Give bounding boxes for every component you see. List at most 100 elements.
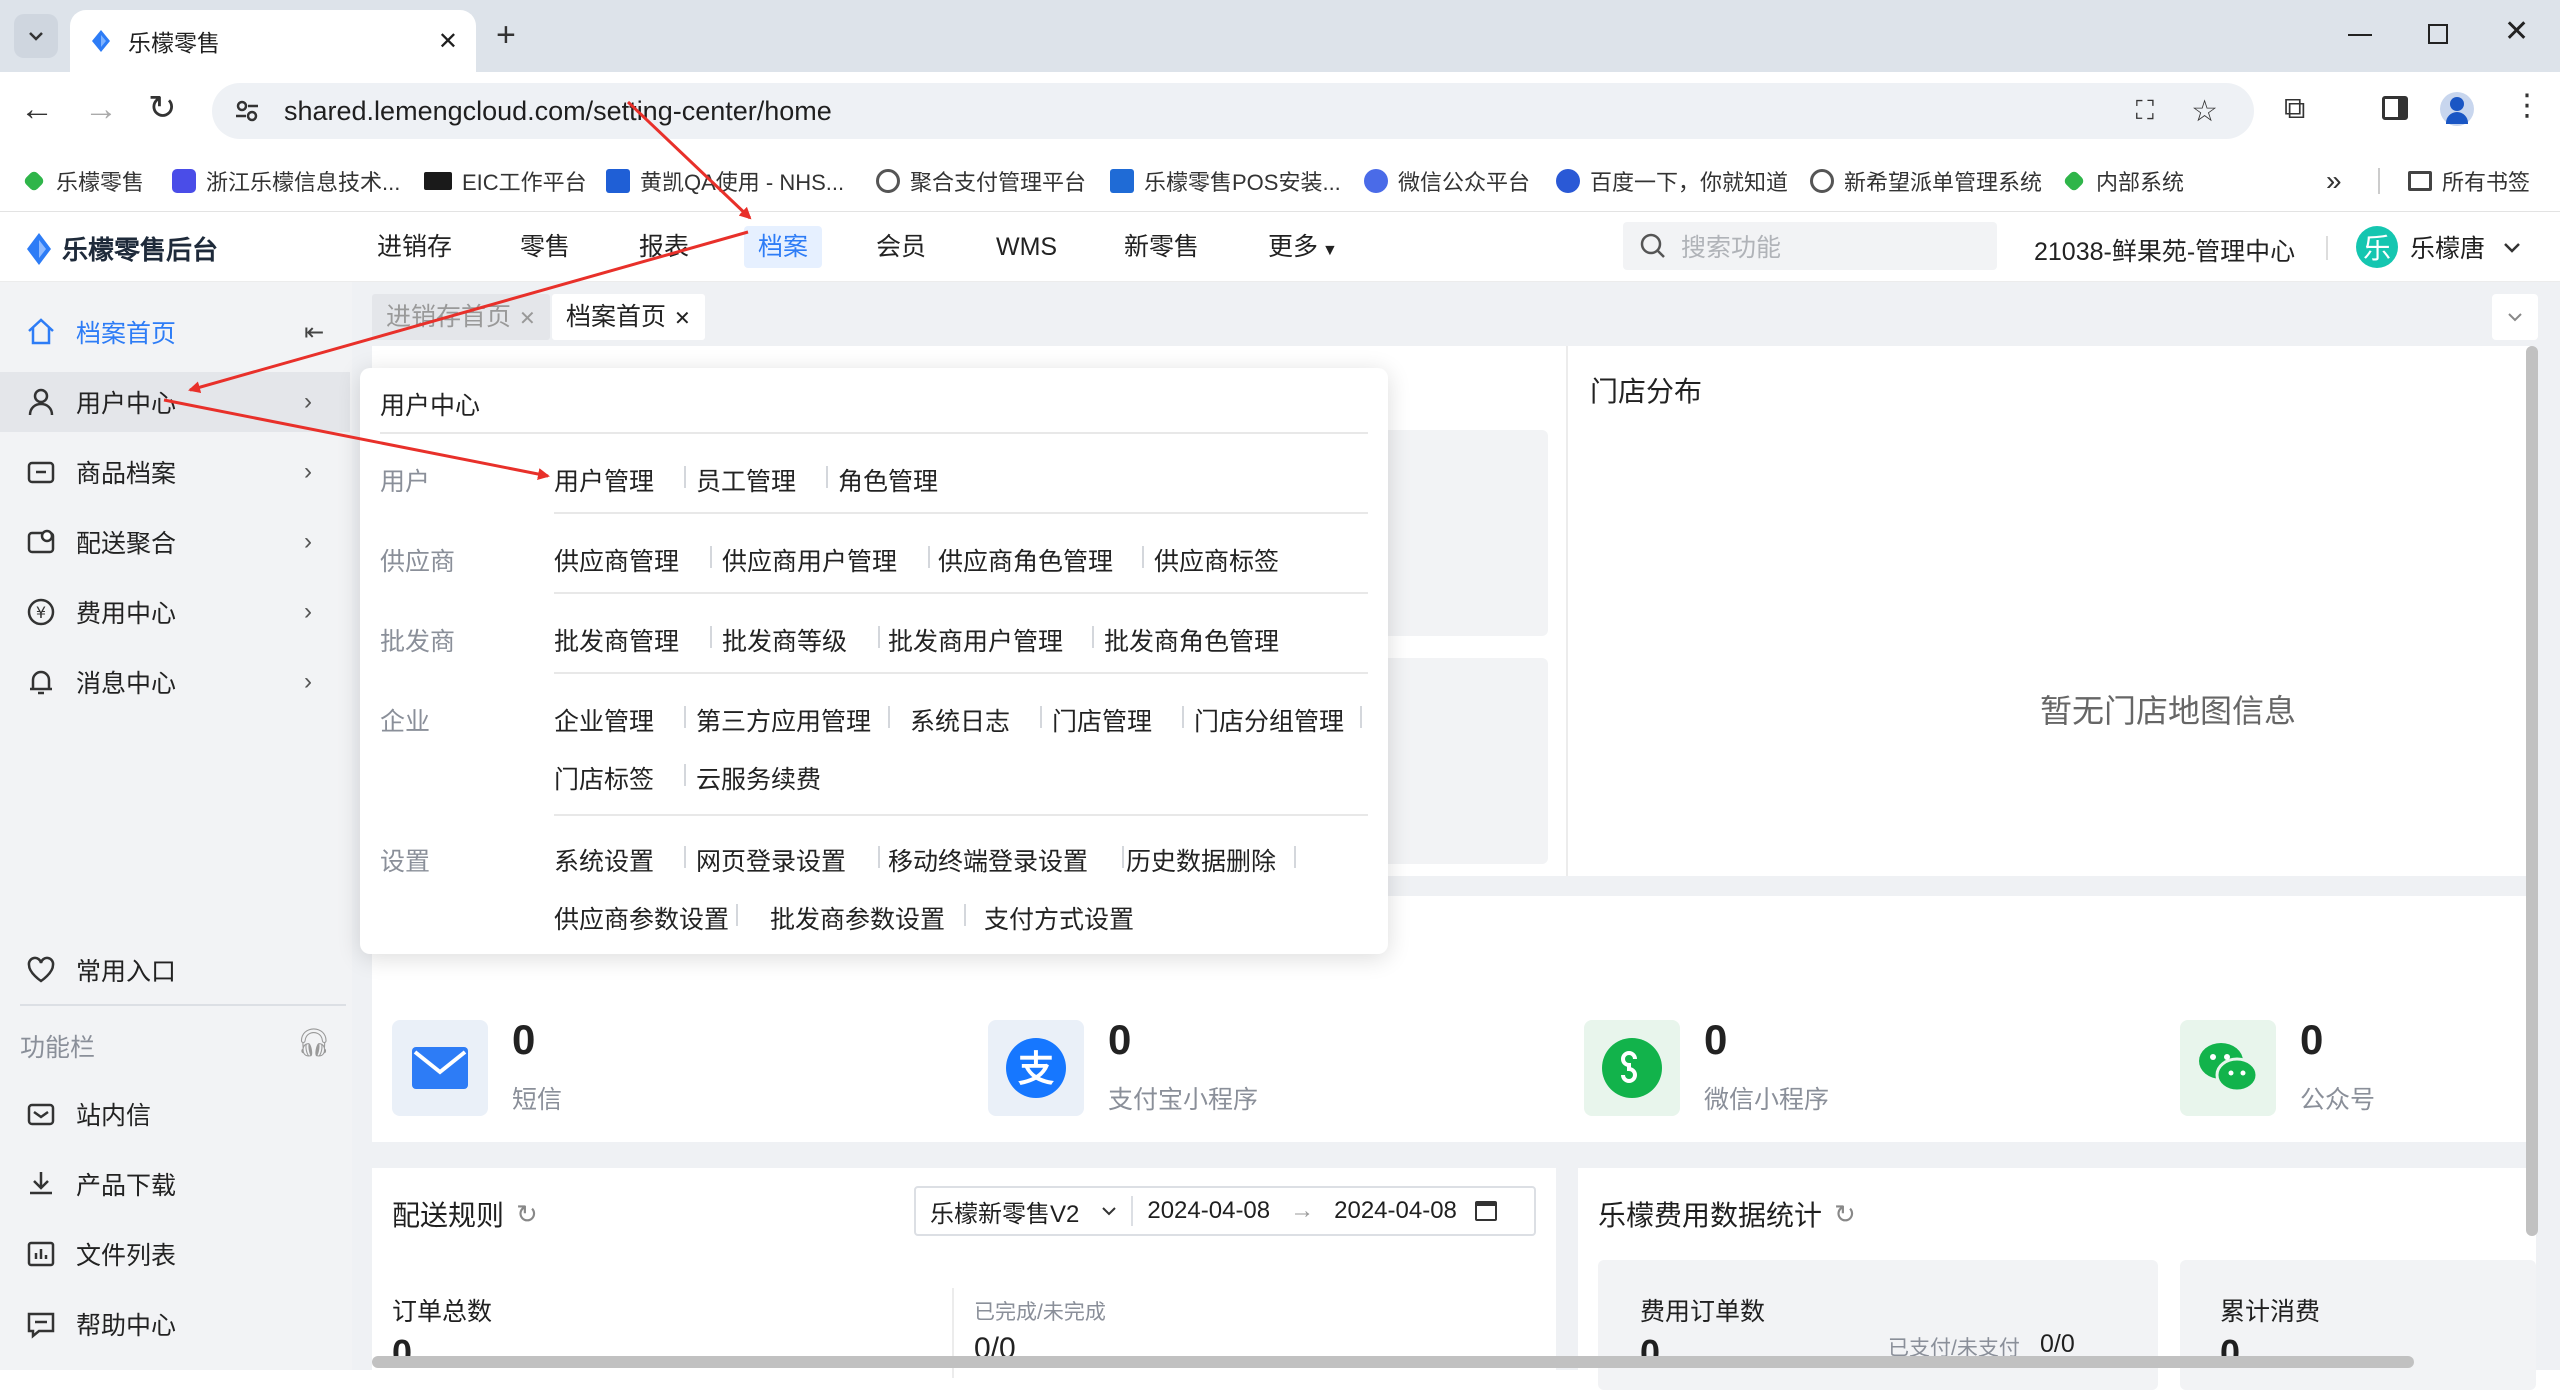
link-supplier-tags[interactable]: 供应商标签 xyxy=(1154,542,1279,578)
link-supplier-role-management[interactable]: 供应商角色管理 xyxy=(938,542,1113,578)
link-system-log[interactable]: 系统日志 xyxy=(910,702,1010,738)
nav-retail[interactable]: 零售 xyxy=(520,226,570,268)
link-payment-methods[interactable]: 支付方式设置 xyxy=(984,900,1134,936)
link-store-management[interactable]: 门店管理 xyxy=(1052,702,1152,738)
translate-icon[interactable]: ⛶ xyxy=(2136,95,2154,127)
date-to[interactable]: 2024-04-08 xyxy=(1334,1197,1457,1225)
side-panel-icon[interactable] xyxy=(2382,96,2408,120)
nav-jinxiaocun[interactable]: 进销存 xyxy=(377,226,452,268)
bookmark-favicon-icon xyxy=(1364,169,1388,193)
bookmark-item[interactable]: 黄凯QA使用 - NHS... xyxy=(606,150,844,212)
link-supplier-management[interactable]: 供应商管理 xyxy=(554,542,679,578)
nav-more[interactable]: 更多 ▼ xyxy=(1268,226,1338,268)
link-staff-management[interactable]: 员工管理 xyxy=(696,462,796,498)
nav-new-retail[interactable]: 新零售 xyxy=(1124,226,1199,268)
link-wholesaler-management[interactable]: 批发商管理 xyxy=(554,622,679,658)
fee-total-box: 累计消费 0 xyxy=(2180,1260,2536,1390)
headset-icon[interactable]: 🎧︎ xyxy=(296,1026,332,1059)
refresh-icon[interactable]: ↻ xyxy=(516,1199,538,1230)
bookmark-item[interactable]: 乐檬零售POS安装... xyxy=(1110,150,1341,212)
nav-wms[interactable]: WMS xyxy=(996,226,1057,268)
page-tab-archive-home[interactable]: 档案首页 ✕ xyxy=(552,294,705,340)
sidebar-item-message-center[interactable]: 消息中心 › xyxy=(0,652,352,712)
sidebar-item-delivery[interactable]: 配送聚合 › xyxy=(0,512,352,572)
sidebar-item-user-center[interactable]: 用户中心 › xyxy=(0,372,350,432)
all-bookmarks[interactable]: 所有书签 xyxy=(2408,150,2530,212)
close-tab-icon[interactable]: ✕ xyxy=(438,27,458,56)
browser-tab[interactable]: 乐檬零售 ✕ xyxy=(70,10,476,72)
tenant-select[interactable]: 乐檬新零售V2 xyxy=(930,1194,1079,1229)
extensions-icon[interactable]: ⧉ xyxy=(2284,92,2305,126)
link-history-data-delete[interactable]: 历史数据删除 xyxy=(1126,842,1276,878)
feature-search-input[interactable]: 搜索功能 xyxy=(1623,222,1997,270)
tabs-dropdown-button[interactable] xyxy=(2492,294,2538,340)
link-separator xyxy=(710,626,712,648)
sidebar-item-download[interactable]: 产品下载 xyxy=(0,1154,352,1214)
vertical-scrollbar[interactable] xyxy=(2526,346,2538,1236)
bookmark-item[interactable]: 新希望派单管理系统 xyxy=(1810,150,2042,212)
folder-icon xyxy=(2408,171,2432,191)
link-web-login-settings[interactable]: 网页登录设置 xyxy=(696,842,846,878)
close-icon[interactable]: ✕ xyxy=(519,308,536,330)
link-system-settings[interactable]: 系统设置 xyxy=(554,842,654,878)
link-third-party-apps[interactable]: 第三方应用管理 xyxy=(696,702,871,738)
link-store-tags[interactable]: 门店标签 xyxy=(554,760,654,796)
link-wholesaler-params[interactable]: 批发商参数设置 xyxy=(770,900,945,936)
sidebar-item-file-list[interactable]: 文件列表 xyxy=(0,1224,352,1284)
site-info-icon[interactable] xyxy=(232,96,262,126)
sidebar-item-help[interactable]: 帮助中心 xyxy=(0,1294,352,1354)
link-user-management[interactable]: 用户管理 xyxy=(554,462,654,498)
date-from[interactable]: 2024-04-08 xyxy=(1147,1197,1270,1225)
sidebar-item-product-archive[interactable]: 商品档案 › xyxy=(0,442,352,502)
horizontal-scrollbar[interactable] xyxy=(372,1356,2414,1368)
nav-archive[interactable]: 档案 xyxy=(744,226,823,268)
nav-report[interactable]: 报表 xyxy=(639,226,689,268)
sidebar-item-inbox[interactable]: 站内信 xyxy=(0,1084,352,1144)
sidebar-item-fee-center[interactable]: ¥ 费用中心 › xyxy=(0,582,352,642)
sidebar-item-archive-home[interactable]: 档案首页 ⇤ xyxy=(0,302,352,362)
link-wholesaler-user-management[interactable]: 批发商用户管理 xyxy=(888,622,1063,658)
fee-total-label: 累计消费 xyxy=(2220,1298,2321,1326)
nav-member[interactable]: 会员 xyxy=(876,226,926,268)
calendar-icon[interactable] xyxy=(1474,1201,1497,1221)
link-supplier-user-management[interactable]: 供应商用户管理 xyxy=(722,542,897,578)
new-tab-button[interactable]: + xyxy=(496,16,516,55)
link-wholesaler-level[interactable]: 批发商等级 xyxy=(722,622,847,658)
close-window-button[interactable]: ✕ xyxy=(2504,14,2529,49)
bookmark-item[interactable]: 浙江乐檬信息技术... xyxy=(172,150,400,212)
app-logo[interactable]: 乐檬零售后台 xyxy=(24,230,218,267)
profile-avatar-icon[interactable] xyxy=(2440,92,2474,126)
bookmark-item[interactable]: 乐檬零售 xyxy=(22,150,144,212)
close-icon[interactable]: ✕ xyxy=(674,308,691,330)
minimize-button[interactable] xyxy=(2348,34,2372,36)
refresh-icon[interactable]: ↻ xyxy=(1834,1199,1856,1230)
bookmark-item[interactable]: EIC工作平台 xyxy=(424,150,587,212)
bookmark-item[interactable]: 内部系统 xyxy=(2062,150,2184,212)
collapse-sidebar-icon[interactable]: ⇤ xyxy=(304,318,324,347)
link-store-group-management[interactable]: 门店分组管理 xyxy=(1194,702,1344,738)
tab-list-button[interactable] xyxy=(14,14,58,58)
sidebar-item-common-entry[interactable]: 常用入口 xyxy=(0,940,352,1000)
browser-menu-icon[interactable]: ⋮ xyxy=(2512,88,2542,123)
bookmark-item[interactable]: 百度一下，你就知道 xyxy=(1556,150,1788,212)
function-bar-title: 功能栏 xyxy=(20,1034,96,1062)
forward-button[interactable]: → xyxy=(84,90,118,129)
bookmark-star-icon[interactable]: ☆ xyxy=(2191,94,2218,129)
user-center-dropdown: 用户中心 用户 用户管理 员工管理 角色管理 供应商 供应商管理 供应商用户管理… xyxy=(360,368,1388,954)
bookmark-item[interactable]: 微信公众平台 xyxy=(1364,150,1530,212)
link-mobile-login-settings[interactable]: 移动终端登录设置 xyxy=(888,842,1088,878)
reload-button[interactable]: ↻ xyxy=(148,88,177,128)
store-selector[interactable]: 21038-鲜果苑-管理中心 xyxy=(2034,232,2295,268)
link-role-management[interactable]: 角色管理 xyxy=(838,462,938,498)
page-tab-jinxiaocun-home[interactable]: 进销存首页 ✕ xyxy=(372,294,550,340)
link-supplier-params[interactable]: 供应商参数设置 xyxy=(554,900,729,936)
user-menu[interactable]: 乐 乐檬唐 xyxy=(2356,226,2523,268)
restore-button[interactable] xyxy=(2428,24,2448,44)
bookmarks-overflow-button[interactable]: » xyxy=(2326,150,2342,212)
link-enterprise-management[interactable]: 企业管理 xyxy=(554,702,654,738)
back-button[interactable]: ← xyxy=(20,90,54,129)
link-cloud-renewal[interactable]: 云服务续费 xyxy=(696,760,821,796)
bookmark-item[interactable]: 聚合支付管理平台 xyxy=(876,150,1086,212)
address-bar[interactable]: shared.lemengcloud.com/setting-center/ho… xyxy=(212,83,2254,139)
link-wholesaler-role-management[interactable]: 批发商角色管理 xyxy=(1104,622,1279,658)
